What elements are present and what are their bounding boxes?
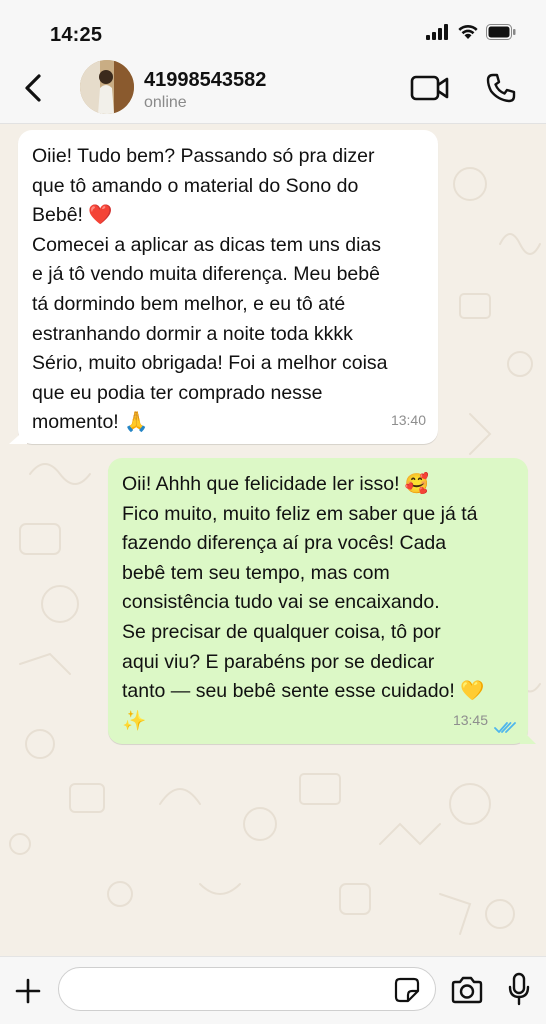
message-timestamp: 13:40 <box>390 412 426 429</box>
message-line: momento! 🙏 <box>32 411 149 434</box>
camera-button[interactable] <box>449 974 485 1006</box>
avatar-photo <box>80 60 134 114</box>
battery-icon <box>486 24 516 40</box>
status-time: 14:25 <box>50 24 103 46</box>
outgoing-message-text: Oii! Ahhh que felicidade ler isso! 🥰 Fic… <box>122 470 514 736</box>
message-line: consistência tudo vai se encaixando. <box>122 591 440 614</box>
contact-name[interactable]: 41998543582 <box>144 69 266 92</box>
message-line: Fico muito, muito feliz em saber que já … <box>122 502 478 525</box>
message-line: Sério, muito obrigada! Foi a melhor cois… <box>32 352 388 375</box>
message-input[interactable] <box>58 967 436 1011</box>
message-line: Se precisar de qualquer coisa, tô por <box>122 620 441 643</box>
incoming-message-bubble[interactable]: Oiie! Tudo bem? Passando só pra dizer qu… <box>18 130 438 444</box>
wifi-icon <box>458 24 478 39</box>
double-check-icon <box>494 722 516 733</box>
microphone-button[interactable] <box>504 971 534 1007</box>
voice-call-button[interactable] <box>484 70 518 106</box>
plus-icon <box>15 978 41 1004</box>
message-line: tá dormindo bem melhor, e eu tô até <box>32 292 346 315</box>
message-timestamp: 13:45 <box>452 712 488 729</box>
message-line: bebê tem seu tempo, mas com <box>122 561 390 584</box>
message-line: aqui viu? E parabéns por se dedicar <box>122 650 435 673</box>
message-line: estranhando dormir a noite toda kkkk <box>32 322 353 345</box>
message-input-bar <box>0 956 546 1024</box>
message-line: Bebê! ❤️ <box>32 204 113 227</box>
attach-button[interactable] <box>12 975 44 1007</box>
status-bar: 14:25 <box>0 0 546 58</box>
chat-area[interactable]: Oiie! Tudo bem? Passando só pra dizer qu… <box>0 124 546 956</box>
message-line: tanto — seu bebê sente esse cuidado! 💛 <box>122 680 485 703</box>
back-arrow-icon <box>25 74 41 102</box>
camera-icon <box>451 976 483 1004</box>
message-line: Oiie! Tudo bem? Passando só pra dizer <box>32 145 375 167</box>
outgoing-message-bubble[interactable]: Oii! Ahhh que felicidade ler isso! 🥰 Fic… <box>108 458 528 744</box>
signal-icon <box>426 24 448 40</box>
sticker-icon <box>394 977 420 1003</box>
back-button[interactable] <box>18 68 48 108</box>
contact-status: online <box>144 94 187 111</box>
message-line: fazendo diferença aí pra vocês! Cada <box>122 532 447 555</box>
status-icons <box>426 24 516 40</box>
video-call-icon <box>410 75 449 101</box>
avatar[interactable] <box>80 60 134 114</box>
video-call-button[interactable] <box>410 72 450 104</box>
sticker-button[interactable] <box>392 975 422 1005</box>
message-line: Oii! Ahhh que felicidade ler isso! 🥰 <box>122 473 430 495</box>
message-line: que tô amando o material do Sono do <box>32 174 359 197</box>
message-line: que eu podia ter comprado nesse <box>32 381 323 404</box>
message-line: e já tô vendo muita diferença. Meu bebê <box>32 263 380 286</box>
incoming-message-text: Oiie! Tudo bem? Passando só pra dizer qu… <box>32 142 424 438</box>
microphone-icon <box>508 972 530 1006</box>
phone-call-icon <box>486 73 516 103</box>
message-line: Comecei a aplicar as dicas tem uns dias <box>32 233 381 256</box>
chat-header: 41998543582 online <box>0 58 546 124</box>
